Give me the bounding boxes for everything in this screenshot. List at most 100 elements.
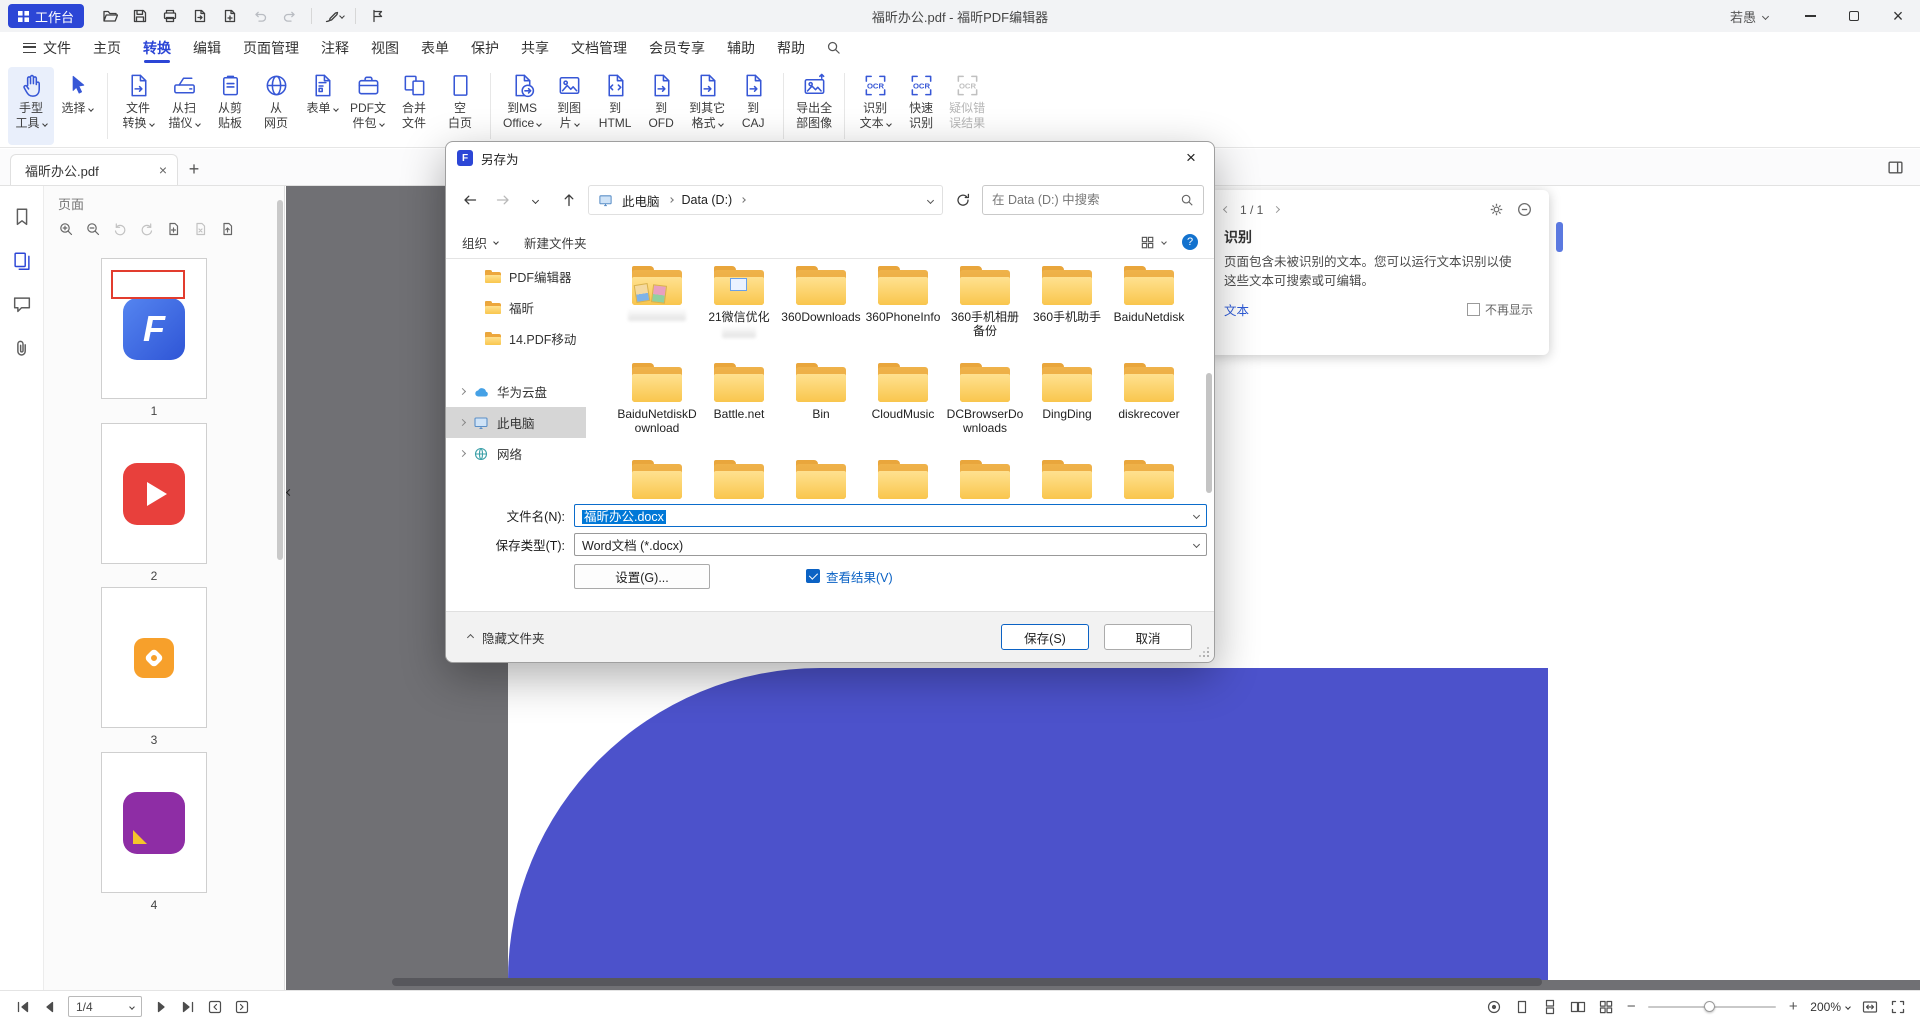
menu-item-页面管理[interactable]: 页面管理: [232, 32, 310, 63]
menu-item-会员专享[interactable]: 会员专享: [638, 32, 716, 63]
format-brush-icon[interactable]: [320, 4, 347, 28]
menu-item-文档管理[interactable]: 文档管理: [560, 32, 638, 63]
page-number-input[interactable]: 1/4: [68, 996, 142, 1017]
to-html-button[interactable]: 到HTML: [592, 67, 638, 145]
previous-view-icon[interactable]: [206, 998, 223, 1015]
file-list-item[interactable]: [1026, 459, 1108, 501]
file-list-item[interactable]: Battle.net: [698, 362, 780, 459]
menu-item-文件[interactable]: 文件: [12, 32, 82, 63]
file-list-item[interactable]: [616, 459, 698, 501]
file-list-item[interactable]: 360手机助手: [1026, 265, 1108, 362]
file-convert-button[interactable]: 文件转换: [115, 67, 161, 145]
menu-item-共享[interactable]: 共享: [510, 32, 560, 63]
back-icon[interactable]: [456, 187, 483, 214]
up-icon[interactable]: [555, 187, 582, 214]
tab-close-icon[interactable]: [159, 162, 167, 178]
rotate-right-page-icon[interactable]: [137, 219, 156, 238]
menu-item-辅助[interactable]: 辅助: [716, 32, 766, 63]
save-icon[interactable]: [126, 4, 153, 28]
bookmarks-panel-icon[interactable]: [11, 206, 33, 228]
menu-item-主页[interactable]: 主页: [82, 32, 132, 63]
breadcrumb-item[interactable]: Data (D:): [682, 193, 733, 207]
attachments-panel-icon[interactable]: [11, 338, 33, 360]
customize-toolbar-icon[interactable]: [364, 4, 391, 28]
collapse-card-icon[interactable]: [1516, 201, 1533, 218]
to-other-format-button[interactable]: 到其它格式: [684, 67, 730, 145]
next-result-icon[interactable]: [1273, 206, 1280, 213]
collapse-panel-handle[interactable]: [287, 478, 301, 506]
thumbnails-scrollbar[interactable]: [277, 200, 283, 560]
menu-item-转换[interactable]: 转换: [132, 32, 182, 63]
prev-result-icon[interactable]: [1223, 206, 1230, 213]
ocr-suspects-button[interactable]: OCR疑似错误结果: [944, 67, 990, 145]
panel-layout-icon[interactable]: [1887, 159, 1904, 176]
file-list-item[interactable]: BaiduNetdiskDownload: [616, 362, 698, 459]
breadcrumb[interactable]: 此电脑Data (D:): [588, 185, 943, 215]
create-doc-icon[interactable]: [216, 4, 243, 28]
tree-item-华为云盘[interactable]: 华为云盘: [446, 376, 586, 407]
extract-page-icon[interactable]: [218, 219, 237, 238]
redo-icon[interactable]: [276, 4, 303, 28]
settings-button[interactable]: 设置(G)...: [574, 564, 710, 589]
first-page-icon[interactable]: [14, 998, 31, 1015]
hand-tool-button[interactable]: 手型工具: [8, 67, 54, 145]
file-list-scrollbar[interactable]: [1206, 373, 1212, 493]
undo-icon[interactable]: [246, 4, 273, 28]
tree-item-福昕[interactable]: 福昕: [446, 292, 586, 323]
expand-chevron-icon[interactable]: [459, 450, 466, 457]
file-list-item[interactable]: diskrecover: [1108, 362, 1190, 459]
export-doc-icon[interactable]: [186, 4, 213, 28]
facing-view-icon[interactable]: [1569, 998, 1586, 1015]
recent-locations-icon[interactable]: [522, 187, 549, 214]
tree-item-此电脑[interactable]: 此电脑: [446, 407, 586, 438]
page-thumbnail[interactable]: [101, 752, 207, 893]
menu-item-编辑[interactable]: 编辑: [182, 32, 232, 63]
new-tab-button[interactable]: [178, 154, 210, 185]
settings-gear-icon[interactable]: [1488, 201, 1505, 218]
pages-panel-icon[interactable]: [11, 250, 33, 272]
select-tool-button[interactable]: 选择: [54, 67, 100, 145]
file-list-item[interactable]: 360PhoneInfo: [862, 265, 944, 362]
blank-page-button[interactable]: 空白页: [437, 67, 483, 145]
menu-item-帮助[interactable]: 帮助: [766, 32, 816, 63]
next-view-icon[interactable]: [233, 998, 250, 1015]
resize-grip[interactable]: [1200, 648, 1210, 658]
menu-item-注释[interactable]: 注释: [310, 32, 360, 63]
open-file-icon[interactable]: [96, 4, 123, 28]
zoom-in-icon[interactable]: +: [1787, 998, 1799, 1015]
chevron-down-icon[interactable]: [129, 1004, 135, 1010]
expand-chevron-icon[interactable]: [459, 419, 466, 426]
ocr-text-button[interactable]: OCR识别文本: [852, 67, 898, 145]
continuous-view-icon[interactable]: [1541, 998, 1558, 1015]
close-button[interactable]: [1876, 0, 1920, 32]
dialog-close-button[interactable]: [1168, 142, 1214, 174]
search-icon[interactable]: [1180, 193, 1194, 207]
search-icon[interactable]: [818, 40, 849, 55]
file-list-item[interactable]: [944, 459, 1026, 501]
maximize-button[interactable]: [1832, 0, 1876, 32]
save-button[interactable]: 保存(S): [1001, 624, 1089, 650]
file-list-item[interactable]: DCBrowserDownloads: [944, 362, 1026, 459]
prev-page-icon[interactable]: [41, 998, 58, 1015]
from-web-button[interactable]: 从网页: [253, 67, 299, 145]
zoom-out-icon[interactable]: −: [1625, 998, 1637, 1015]
file-list-item[interactable]: 21微信优化: [698, 265, 780, 362]
export-all-images-button[interactable]: 导出全部图像: [791, 67, 837, 145]
from-clipboard-button[interactable]: 从剪贴板: [207, 67, 253, 145]
last-page-icon[interactable]: [179, 998, 196, 1015]
help-icon[interactable]: [1182, 234, 1198, 250]
file-list-item[interactable]: [780, 459, 862, 501]
delete-page-icon[interactable]: [191, 219, 210, 238]
dont-show-checkbox[interactable]: 不再显示: [1467, 301, 1533, 318]
horizontal-scrollbar[interactable]: [392, 978, 1542, 986]
document-tab[interactable]: 福昕办公.pdf: [10, 154, 178, 185]
zoom-out-thumbnail-icon[interactable]: [83, 219, 102, 238]
combine-files-button[interactable]: 合并文件: [391, 67, 437, 145]
file-list-item[interactable]: [1108, 459, 1190, 501]
rotate-left-page-icon[interactable]: [110, 219, 129, 238]
zoom-level-dropdown[interactable]: 200%: [1810, 1000, 1850, 1014]
comments-panel-icon[interactable]: [11, 294, 33, 316]
workspace-button[interactable]: 工作台: [8, 4, 84, 28]
file-list-item[interactable]: Bin: [780, 362, 862, 459]
file-list-item[interactable]: 360Downloads: [780, 265, 862, 362]
